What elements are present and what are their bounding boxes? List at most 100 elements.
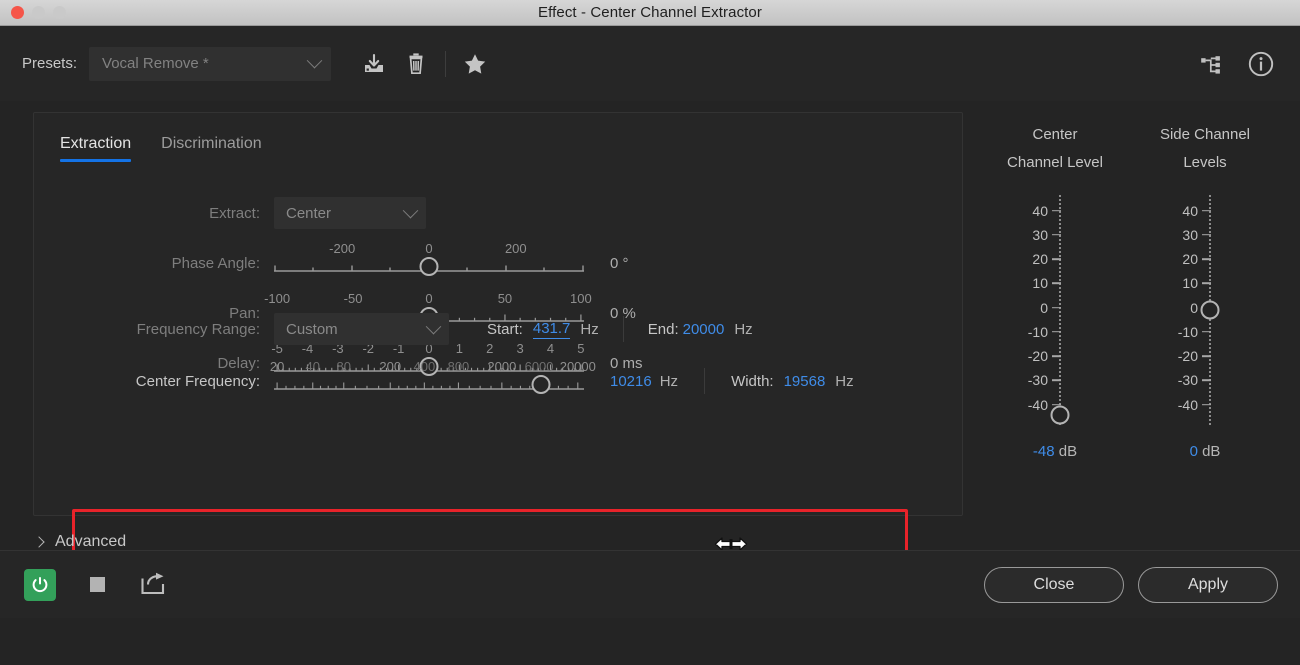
end-value[interactable]: 20000 [683, 321, 725, 338]
meter-tick [1202, 355, 1211, 357]
start-label: Start: [487, 320, 523, 338]
meter-tick-label: -40 [1177, 396, 1198, 413]
tab-discrimination[interactable]: Discrimination [161, 135, 261, 162]
scale-tick-label: 6000 [524, 359, 554, 374]
frequency-range-dropdown[interactable]: Custom [274, 313, 449, 345]
meter-tick [1052, 379, 1061, 382]
close-button[interactable]: Close [984, 566, 1124, 603]
phase-angle-label: Phase Angle: [171, 254, 260, 272]
presets-toolbar-right [1196, 49, 1276, 79]
tab-extraction[interactable]: Extraction [60, 135, 132, 162]
phase-angle-readout: 0 ° [610, 254, 629, 272]
meter-tick-label: -20 [1177, 348, 1198, 364]
center-channel-title-line1: Center [1032, 126, 1078, 143]
width-label: Width: [731, 372, 774, 390]
meter-tick-label: 10 [1032, 275, 1048, 292]
meter-tick-label: -30 [1027, 372, 1048, 389]
phase-angle-slider[interactable]: -200 0 200 [274, 241, 584, 285]
side-channel-unit: dB [1202, 442, 1221, 460]
center-frequency-slider[interactable]: 20 40 80 200 400 800 2000 6000 20000 [270, 359, 596, 403]
export-icon[interactable] [138, 570, 168, 600]
advanced-disclosure[interactable]: Advanced [33, 533, 127, 551]
field-divider [704, 368, 706, 394]
scale-tick-label: 20000 [559, 359, 596, 374]
extract-label: Extract: [209, 204, 260, 222]
delete-preset-icon[interactable] [401, 49, 431, 79]
frequency-range-label: Frequency Range: [136, 320, 260, 338]
extract-dropdown[interactable]: Center [274, 197, 426, 229]
start-value[interactable]: 431.7 [532, 320, 571, 339]
meter-tick [1052, 330, 1061, 333]
start-unit: Hz [580, 320, 599, 338]
stop-icon[interactable] [82, 570, 112, 600]
scale-tick-label: 400 [413, 359, 436, 374]
center-channel-level-title: Center Channel Level [1007, 121, 1103, 177]
frequency-range-row: Frequency Range: Custom Start: 431.7 Hz … [34, 303, 962, 355]
side-channel-title-line1: Side Channel [1159, 126, 1251, 143]
center-channel-level-meter: Center Channel Level 40 30 20 10 0 -10 -20 -30 -… [980, 121, 1130, 460]
scale-tick-label: 0 [425, 241, 433, 256]
extract-row: Extract: Center [34, 188, 962, 238]
phase-angle-knob[interactable] [419, 257, 439, 276]
phase-angle-row: Phase Angle: -200 0 200 0 ° [34, 238, 962, 288]
meter-tick [1202, 282, 1211, 285]
meter-tick [1052, 258, 1061, 260]
effect-window: Effect - Center Channel Extractor Preset… [0, 0, 1300, 665]
width-value[interactable]: 19568 [784, 373, 826, 390]
meter-axis [1059, 194, 1061, 425]
meter-tick-label: 20 [1032, 251, 1048, 267]
center-frequency-knob[interactable] [531, 375, 551, 394]
extract-dropdown-value: Center [286, 204, 332, 222]
scale-tick-label: 2000 [487, 359, 517, 374]
side-channel-readout: 0 dB [1190, 443, 1221, 460]
meter-tick [1202, 330, 1211, 333]
title-bar: Effect - Center Channel Extractor [0, 0, 1300, 26]
apply-button[interactable]: Apply [1138, 566, 1278, 603]
width-unit: Hz [835, 372, 854, 390]
save-preset-icon[interactable] [359, 49, 389, 79]
side-channel-levels-title: Side Channel Levels [1160, 121, 1250, 177]
meter-tick-label: 30 [1032, 226, 1048, 243]
power-toggle-icon[interactable] [24, 568, 56, 601]
center-channel-readout: -48 dB [1033, 443, 1077, 460]
meter-tick [1052, 306, 1061, 309]
side-channel-title-line2: Levels [1183, 153, 1227, 171]
scale-tick-label: 80 [336, 359, 351, 374]
meter-tick [1052, 233, 1061, 236]
center-channel-level-knob[interactable] [1050, 405, 1070, 425]
center-frequency-scale-labels: 20 40 80 200 400 800 2000 6000 20000 [270, 359, 596, 375]
info-icon[interactable] [1246, 49, 1276, 79]
center-channel-scale[interactable]: 40 30 20 10 0 -10 -20 -30 -40 [1010, 194, 1100, 425]
meter-tick-label: 0 [1190, 299, 1198, 316]
meter-tick-label: 40 [1032, 202, 1048, 219]
side-channel-scale[interactable]: 40 30 20 10 0 -10 -20 -30 -40 [1160, 194, 1250, 425]
center-frequency-row: Center Frequency: 20 40 80 200 400 800 2000 600… [34, 355, 962, 407]
scale-tick-label: -200 [329, 241, 356, 256]
window-title: Effect - Center Channel Extractor [538, 4, 762, 21]
end-label: End: [647, 320, 679, 338]
tab-discrimination-label: Discrimination [161, 135, 262, 152]
scale-tick-label: 20 [269, 359, 285, 374]
meter-tick-label: -10 [1177, 323, 1198, 340]
meter-tick-label: 30 [1182, 226, 1198, 243]
field-divider [622, 316, 624, 342]
scale-tick-label: 200 [379, 359, 402, 374]
advanced-label: Advanced [55, 533, 127, 550]
frequency-range-value: Custom [286, 320, 338, 338]
chevron-right-icon [33, 536, 45, 548]
levels-panel: Center Channel Level 40 30 20 10 0 -10 -20 -30 -… [980, 121, 1280, 460]
toolbar-divider [445, 50, 447, 77]
center-frequency-value[interactable]: 10216 [610, 373, 652, 390]
scale-tick-label: 200 [504, 241, 527, 256]
favorite-star-icon[interactable] [460, 49, 490, 79]
presets-dropdown[interactable]: Vocal Remove * [89, 46, 332, 81]
scale-tick-label: 40 [305, 359, 320, 374]
meter-tick [1052, 209, 1061, 212]
chevron-down-icon [306, 52, 323, 69]
side-channel-level-knob[interactable] [1200, 300, 1220, 319]
phase-angle-scale-labels: -200 0 200 [274, 241, 584, 257]
footer-actions: Close Apply [984, 566, 1278, 603]
tab-bar: Extraction Discrimination [34, 113, 962, 162]
center-channel-title-line2: Channel Level [1007, 153, 1103, 171]
routing-icon[interactable] [1196, 49, 1226, 79]
